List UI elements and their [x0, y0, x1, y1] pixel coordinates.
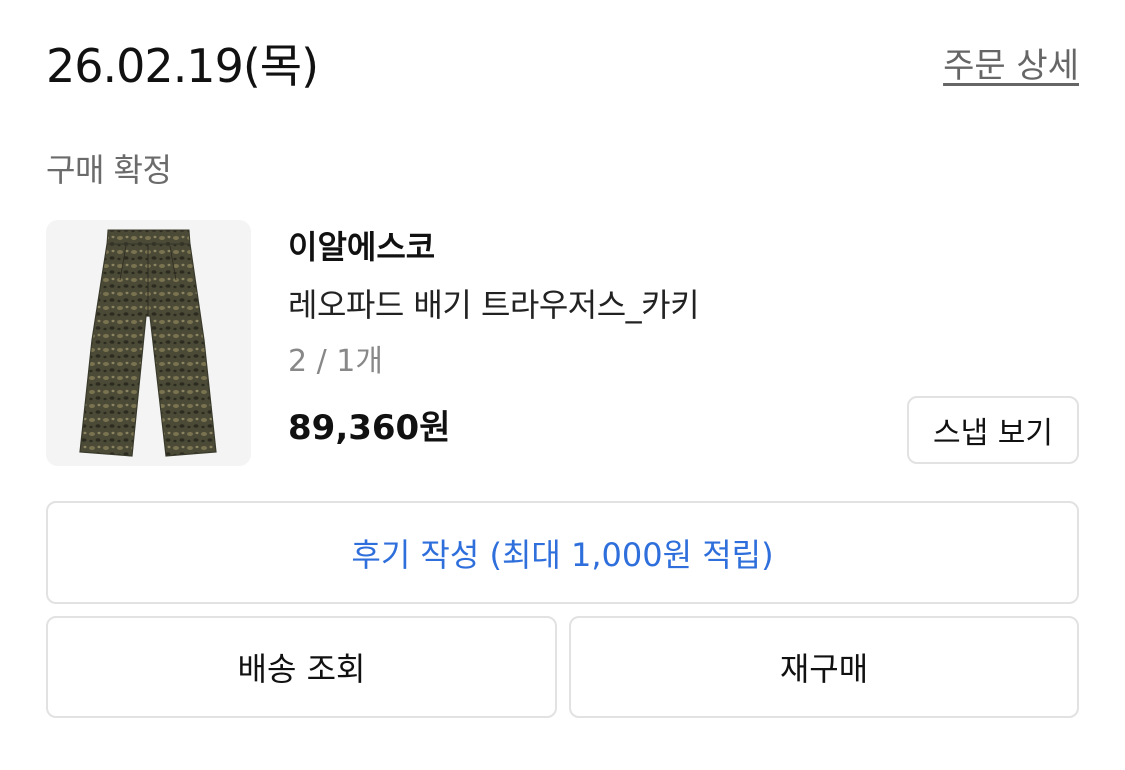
snap-view-button[interactable]: 스냅 보기: [907, 396, 1079, 464]
product-image[interactable]: [46, 220, 251, 466]
track-delivery-button[interactable]: 배송 조회: [46, 616, 557, 718]
trousers-icon: [46, 220, 251, 466]
order-detail-link[interactable]: 주문 상세: [943, 44, 1079, 88]
order-card: 26.02.19(목) 주문 상세 구매 확정 이알에스코 레오파드 배기 트라…: [0, 0, 1125, 770]
product-brand[interactable]: 이알에스코: [288, 226, 435, 268]
order-date: 26.02.19(목): [46, 39, 319, 93]
write-review-button[interactable]: 후기 작성 (최대 1,000원 적립): [46, 501, 1079, 604]
product-option: 2 / 1개: [288, 344, 383, 379]
rebuy-button[interactable]: 재구매: [569, 616, 1079, 718]
product-price: 89,360원: [288, 408, 451, 448]
order-status: 구매 확정: [46, 151, 172, 189]
product-name[interactable]: 레오파드 배기 트라우저스_카키: [288, 284, 700, 326]
